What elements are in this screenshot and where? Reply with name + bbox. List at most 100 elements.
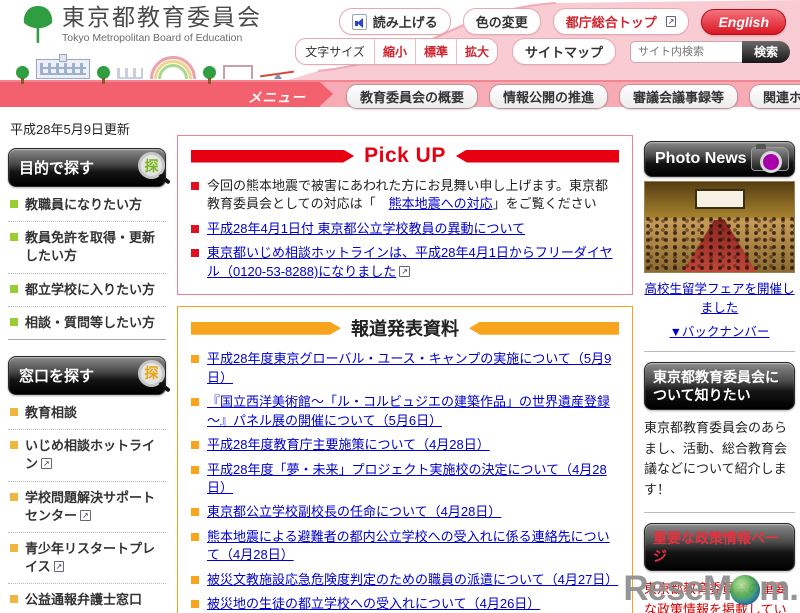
pickup-header: Pick UP <box>191 144 619 168</box>
tree-icon <box>97 66 110 84</box>
press-release-title: 報道発表資料 <box>351 319 459 340</box>
sidebar-item[interactable]: 相談・質問等したい方 <box>8 307 166 340</box>
news-item: 被災地の生徒の都立学校への受入れについて（4月26日） <box>191 592 619 613</box>
sidebar-item[interactable]: 都立学校に入りたい方 <box>8 274 166 307</box>
magnifier-icon: 探 <box>138 359 165 387</box>
policy-info-button[interactable]: 重要な政策情報ページ <box>644 523 795 572</box>
sidebar-item[interactable]: 学校問題解決サポートセンター ↗ <box>8 482 166 533</box>
pickup-link[interactable]: 平成28年4月1日付 東京都公立学校教員の異動について <box>207 221 525 236</box>
playground-icon <box>223 65 253 79</box>
news-link[interactable]: 東京都公立学校副校長の任命について（4月28日） <box>207 504 501 519</box>
pickup-item: 東京都いじめ相談ホットラインは、平成28年4月1日からフリーダイヤル（0120-… <box>191 241 619 284</box>
font-enlarge-button[interactable]: 拡大 <box>455 39 497 64</box>
news-item: 東京都公立学校副校長の任命について（4月28日） <box>191 500 619 524</box>
updated-date: 平成28年5月9日更新 <box>10 122 130 137</box>
pickup-link[interactable]: 熊本地震への対応 <box>389 196 493 211</box>
camera-icon <box>751 144 789 173</box>
site-subtitle: Tokyo Metropolitan Board of Education <box>62 32 243 45</box>
search-by-counter-button[interactable]: 窓口を探す 探 <box>8 355 166 395</box>
globe-icon <box>730 575 761 605</box>
news-item: 平成28年度教育庁主要施策について（4月28日） <box>191 433 619 457</box>
metro-top-button[interactable]: 都庁総合トップ ↗ <box>552 8 690 35</box>
external-link-icon: ↗ <box>80 509 91 521</box>
menu-item-disclosure[interactable]: 情報公開の推進 <box>489 84 609 109</box>
pickup-item: 今回の熊本地震で被害にあわれた方にお見舞い申し上げます。東京都教育委員会としての… <box>191 174 619 217</box>
sidebar-item[interactable]: 公益通報弁護士窓口 <box>8 584 166 613</box>
school-building-icon <box>36 54 90 79</box>
header: 東京都教育委員会 Tokyo Metropolitan Board of Edu… <box>0 0 800 84</box>
site-logo[interactable]: 東京都教育委員会 Tokyo Metropolitan Board of Edu… <box>22 4 262 45</box>
photo-news-button[interactable]: Photo News <box>644 141 795 177</box>
search-by-purpose-button[interactable]: 目的で探す 探 <box>8 148 166 187</box>
sidebar-item[interactable]: 教育相談 <box>8 397 166 431</box>
press-release-box: 報道発表資料 平成28年度東京グローバル・ユース・キャンプの実施について（5月9… <box>177 306 633 613</box>
menu-item-minutes[interactable]: 審議会議事録等 <box>619 84 739 109</box>
sitemap-button[interactable]: サイトマップ <box>511 38 616 65</box>
tree-icon <box>16 66 29 84</box>
news-item: 『国立西洋美術館～「ル・コルビュジエの建築作品」の世界遺産登録～』パネル展の開催… <box>191 390 619 433</box>
divider <box>644 350 795 352</box>
tokyo-ginkgo-logo-icon <box>23 6 53 43</box>
tree-icon <box>203 66 216 84</box>
resemom-watermark: ReseM m. <box>623 569 799 608</box>
news-link[interactable]: 『国立西洋美術館～「ル・コルビュジエの建築作品」の世界遺産登録～』パネル展の開催… <box>207 394 610 427</box>
font-size-label: 文字サイズ <box>305 45 365 59</box>
news-item: 被災文教施設応急危険度判定のための職員の派遣について（4月27日） <box>191 568 619 592</box>
news-link[interactable]: 平成28年度東京グローバル・ユース・キャンプの実施について（5月9日） <box>207 351 611 384</box>
menu-label: メニュー <box>248 90 306 105</box>
pickup-item: 平成28年4月1日付 東京都公立学校教員の異動について <box>191 217 619 241</box>
color-change-button[interactable]: 色の変更 <box>462 8 541 35</box>
orange-arrow-bar <box>191 322 341 335</box>
about-board-description: 東京都教育委員会のあらまし、活動、総合教育会議などについて紹介します！ <box>644 419 788 498</box>
page: 東京都教育委員会 Tokyo Metropolitan Board of Edu… <box>0 0 800 613</box>
speaker-icon <box>351 13 367 30</box>
backnumber-link[interactable]: ▼バックナンバー <box>670 325 770 339</box>
news-item: 平成28年度東京グローバル・ユース・キャンプの実施について（5月9日） <box>191 347 619 390</box>
about-board-button[interactable]: 東京都教育委員会について知りたい <box>644 361 795 410</box>
red-arrow-bar <box>191 150 354 163</box>
backnumber: ▼バックナンバー <box>644 321 795 340</box>
font-shrink-button[interactable]: 縮小 <box>373 39 415 64</box>
divider <box>644 512 795 514</box>
counter-list: 教育相談 いじめ相談ホットライン ↗ 学校問題解決サポートセンター ↗ 青少年リスタ… <box>8 397 166 613</box>
header-illustration <box>16 54 294 84</box>
purpose-list: 教職員になりたい方 教員免許を取得・更新したい方 都立学校に入りたい方 相談・質… <box>8 189 166 340</box>
left-sidebar: 平成28年5月9日更新 目的で探す 探 教職員になりたい方 教員免許を取得・更新… <box>8 111 166 613</box>
menu-item-overview[interactable]: 教育委員会の概要 <box>346 84 479 109</box>
sidebar-item[interactable]: 青少年リスタートプレイス ↗ <box>8 533 166 585</box>
orange-arrow-bar <box>469 321 619 335</box>
header-toolbar-row1: 読み上げる 色の変更 都庁総合トップ ↗ English <box>338 8 786 35</box>
photo-caption-link[interactable]: 高校生留学フェアを開催しました <box>644 282 794 315</box>
header-toolbar-row2: 文字サイズ 縮小 標準 拡大 サイトマップ 検索 <box>295 38 790 65</box>
sidebar-item[interactable]: 教職員になりたい方 <box>8 189 166 223</box>
menu-arrow: メニュー <box>0 82 333 107</box>
menu-buttons: 教育委員会の概要 情報公開の推進 審議会議事録等 関連ホームページ <box>346 84 800 109</box>
menu-item-related[interactable]: 関連ホームページ <box>749 84 800 109</box>
photo-caption: 高校生留学フェアを開催しました <box>644 280 795 318</box>
news-link[interactable]: 平成28年度教育庁主要施策について（4月28日） <box>207 437 490 452</box>
magnifier-icon: 探 <box>138 152 165 179</box>
font-standard-button[interactable]: 標準 <box>414 39 456 64</box>
external-link-icon: ↗ <box>399 265 410 277</box>
read-aloud-button[interactable]: 読み上げる <box>338 8 451 35</box>
main-column: Pick UP 今回の熊本地震で被害にあわれた方にお見舞い申し上げます。東京都教… <box>177 135 633 613</box>
news-link[interactable]: 被災地の生徒の都立学校への受入れについて（4月26日） <box>207 596 540 611</box>
auditorium-screen <box>694 189 745 209</box>
red-arrow-bar <box>455 149 619 163</box>
sidebar-item[interactable]: いじめ相談ホットライン ↗ <box>8 430 166 482</box>
search-button[interactable]: 検索 <box>742 40 790 63</box>
photo-news-image[interactable] <box>644 181 795 273</box>
font-size-control: 文字サイズ 縮小 標準 拡大 <box>295 38 498 65</box>
news-link[interactable]: 被災文教施設応急危険度判定のための職員の派遣について（4月27日） <box>207 572 618 587</box>
site-search: 検索 <box>630 40 790 63</box>
external-link-icon: ↗ <box>41 458 52 470</box>
sidebar-item[interactable]: 教員免許を取得・更新したい方 <box>8 222 166 274</box>
external-link-icon: ↗ <box>665 16 677 27</box>
press-release-header: 報道発表資料 <box>191 315 619 341</box>
news-link[interactable]: 平成28年度「夢・未来」プロジェクト実施校の決定について（4月28日） <box>207 462 607 495</box>
auditorium-audience <box>645 216 794 272</box>
english-button[interactable]: English <box>701 8 786 35</box>
search-input[interactable] <box>630 40 742 63</box>
site-title: 東京都教育委員会 <box>62 4 262 30</box>
news-link[interactable]: 熊本地震による避難者の都内公立学校への受入れに係る連絡先について（4月28日） <box>207 529 610 562</box>
